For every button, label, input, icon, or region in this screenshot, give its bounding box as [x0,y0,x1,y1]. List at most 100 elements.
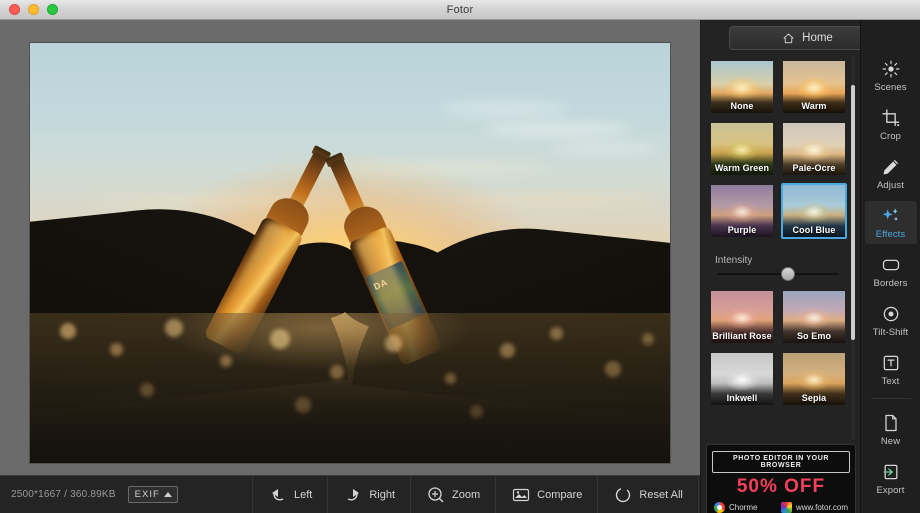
rail-item-new[interactable]: New [865,408,917,451]
cloud [482,123,632,136]
sparkle-icon [881,206,901,226]
sun-icon [881,59,901,79]
export-icon [881,462,901,482]
frame-icon [881,255,901,275]
intensity-control: Intensity [709,245,847,283]
fotor-icon [781,502,792,513]
rotate-left-label: Left [294,489,312,501]
rail-label-crop: Crop [880,131,901,142]
rotate-right-icon [343,485,363,505]
effect-none[interactable]: None [709,59,775,115]
fotor-app-window: Fotor [0,0,920,513]
window-title: Fotor [0,4,920,16]
promo-browser-label: Chorme [729,503,757,512]
exif-label: EXIF [135,489,160,500]
promo-banner[interactable]: PHOTO EDITOR IN YOUR BROWSER 50% OFF Cho… [706,444,856,513]
rotate-left-icon [268,485,288,505]
rail-label-scenes: Scenes [874,82,906,93]
reset-icon [613,485,633,505]
effect-name: Purple [711,225,773,235]
grass-foreground [30,313,670,463]
target-icon [881,304,901,324]
reset-all-button[interactable]: Reset All [597,476,698,513]
page-icon [881,413,901,433]
intensity-label: Intensity [715,255,841,266]
photo-preview[interactable]: DA [30,43,670,463]
rail-divider [871,398,911,399]
effect-so-emo[interactable]: So Emo [781,289,847,345]
effect-sepia[interactable]: Sepia [781,351,847,407]
intensity-slider-knob[interactable] [781,267,795,281]
text-icon [881,353,901,373]
home-label: Home [802,32,833,44]
rail-item-crop[interactable]: Crop [865,103,917,146]
title-bar: Fotor [0,0,920,20]
intensity-slider-track[interactable] [717,273,839,275]
cloud [440,101,570,117]
promo-site[interactable]: www.fotor.com [781,502,848,513]
effect-warm[interactable]: Warm [781,59,847,115]
effect-inkwell[interactable]: Inkwell [709,351,775,407]
compare-icon [511,485,531,505]
pencil-icon [881,157,901,177]
canvas-area[interactable]: DA [0,20,700,475]
effect-name: Warm Green [711,163,773,173]
effects-scroll-area[interactable]: None Warm Warm Green Pale-Ocre [705,55,857,440]
rail-label-effects: Effects [876,229,906,240]
rail-item-tilt-shift[interactable]: Tilt-Shift [865,299,917,342]
effect-name: So Emo [783,331,845,341]
effect-purple[interactable]: Purple [709,183,775,239]
effect-name: Sepia [783,393,845,403]
rail-label-new: New [881,436,900,447]
rail-label-tilt-shift: Tilt-Shift [873,327,908,338]
rail-item-borders[interactable]: Borders [865,250,917,293]
effect-name: None [711,101,773,111]
canvas-toolbar: Left Right Zoom [252,476,699,513]
effect-pale-ocre[interactable]: Pale-Ocre [781,121,847,177]
rotate-left-button[interactable]: Left [252,476,327,513]
chrome-icon [714,502,725,513]
rotate-right-button[interactable]: Right [327,476,410,513]
effect-name: Inkwell [711,393,773,403]
exif-button[interactable]: EXIF [128,486,178,503]
image-info: 2500*1667 / 360.89KB [11,489,116,500]
rotate-right-label: Right [369,489,395,501]
zoom-icon [426,485,446,505]
rail-item-adjust[interactable]: Adjust [865,152,917,195]
effect-cool-blue[interactable]: Cool Blue [781,183,847,239]
promo-browser[interactable]: Chorme [714,502,757,513]
status-bar: 2500*1667 / 360.89KB EXIF Left Right [0,475,700,513]
effects-panel: Home None Warm [700,20,860,513]
crop-icon [881,108,901,128]
rail-item-scenes[interactable]: Scenes [865,54,917,97]
compare-label: Compare [537,489,582,501]
effect-name: Pale-Ocre [783,163,845,173]
promo-footer: Chorme www.fotor.com [712,502,850,513]
rail-item-text[interactable]: Text [865,348,917,391]
zoom-button[interactable]: Zoom [410,476,495,513]
promo-offer: 50% OFF [712,476,850,498]
promo-site-label: www.fotor.com [796,503,848,512]
caret-up-icon [164,492,172,497]
promo-headline: PHOTO EDITOR IN YOUR BROWSER [712,451,850,473]
rail-label-adjust: Adjust [877,180,904,191]
rail-label-text: Text [882,376,900,387]
effect-brilliant-rose[interactable]: Brilliant Rose [709,289,775,345]
effect-warm-green[interactable]: Warm Green [709,121,775,177]
rail-label-borders: Borders [874,278,908,289]
rail-label-export: Export [876,485,904,496]
rail-item-effects[interactable]: Effects [865,201,917,244]
effect-name: Warm [783,101,845,111]
effects-scrollbar-thumb[interactable] [851,85,855,340]
zoom-label: Zoom [452,489,480,501]
effects-grid: None Warm Warm Green Pale-Ocre [705,55,857,407]
compare-button[interactable]: Compare [495,476,597,513]
cloud [460,193,660,207]
rail-item-export[interactable]: Export [865,457,917,500]
tool-rail: Scenes Crop Adjust Effects [860,20,920,513]
effect-name: Cool Blue [783,225,845,235]
cloud [550,143,660,154]
reset-all-label: Reset All [639,489,682,501]
effect-name: Brilliant Rose [711,331,773,341]
home-icon [782,32,795,45]
